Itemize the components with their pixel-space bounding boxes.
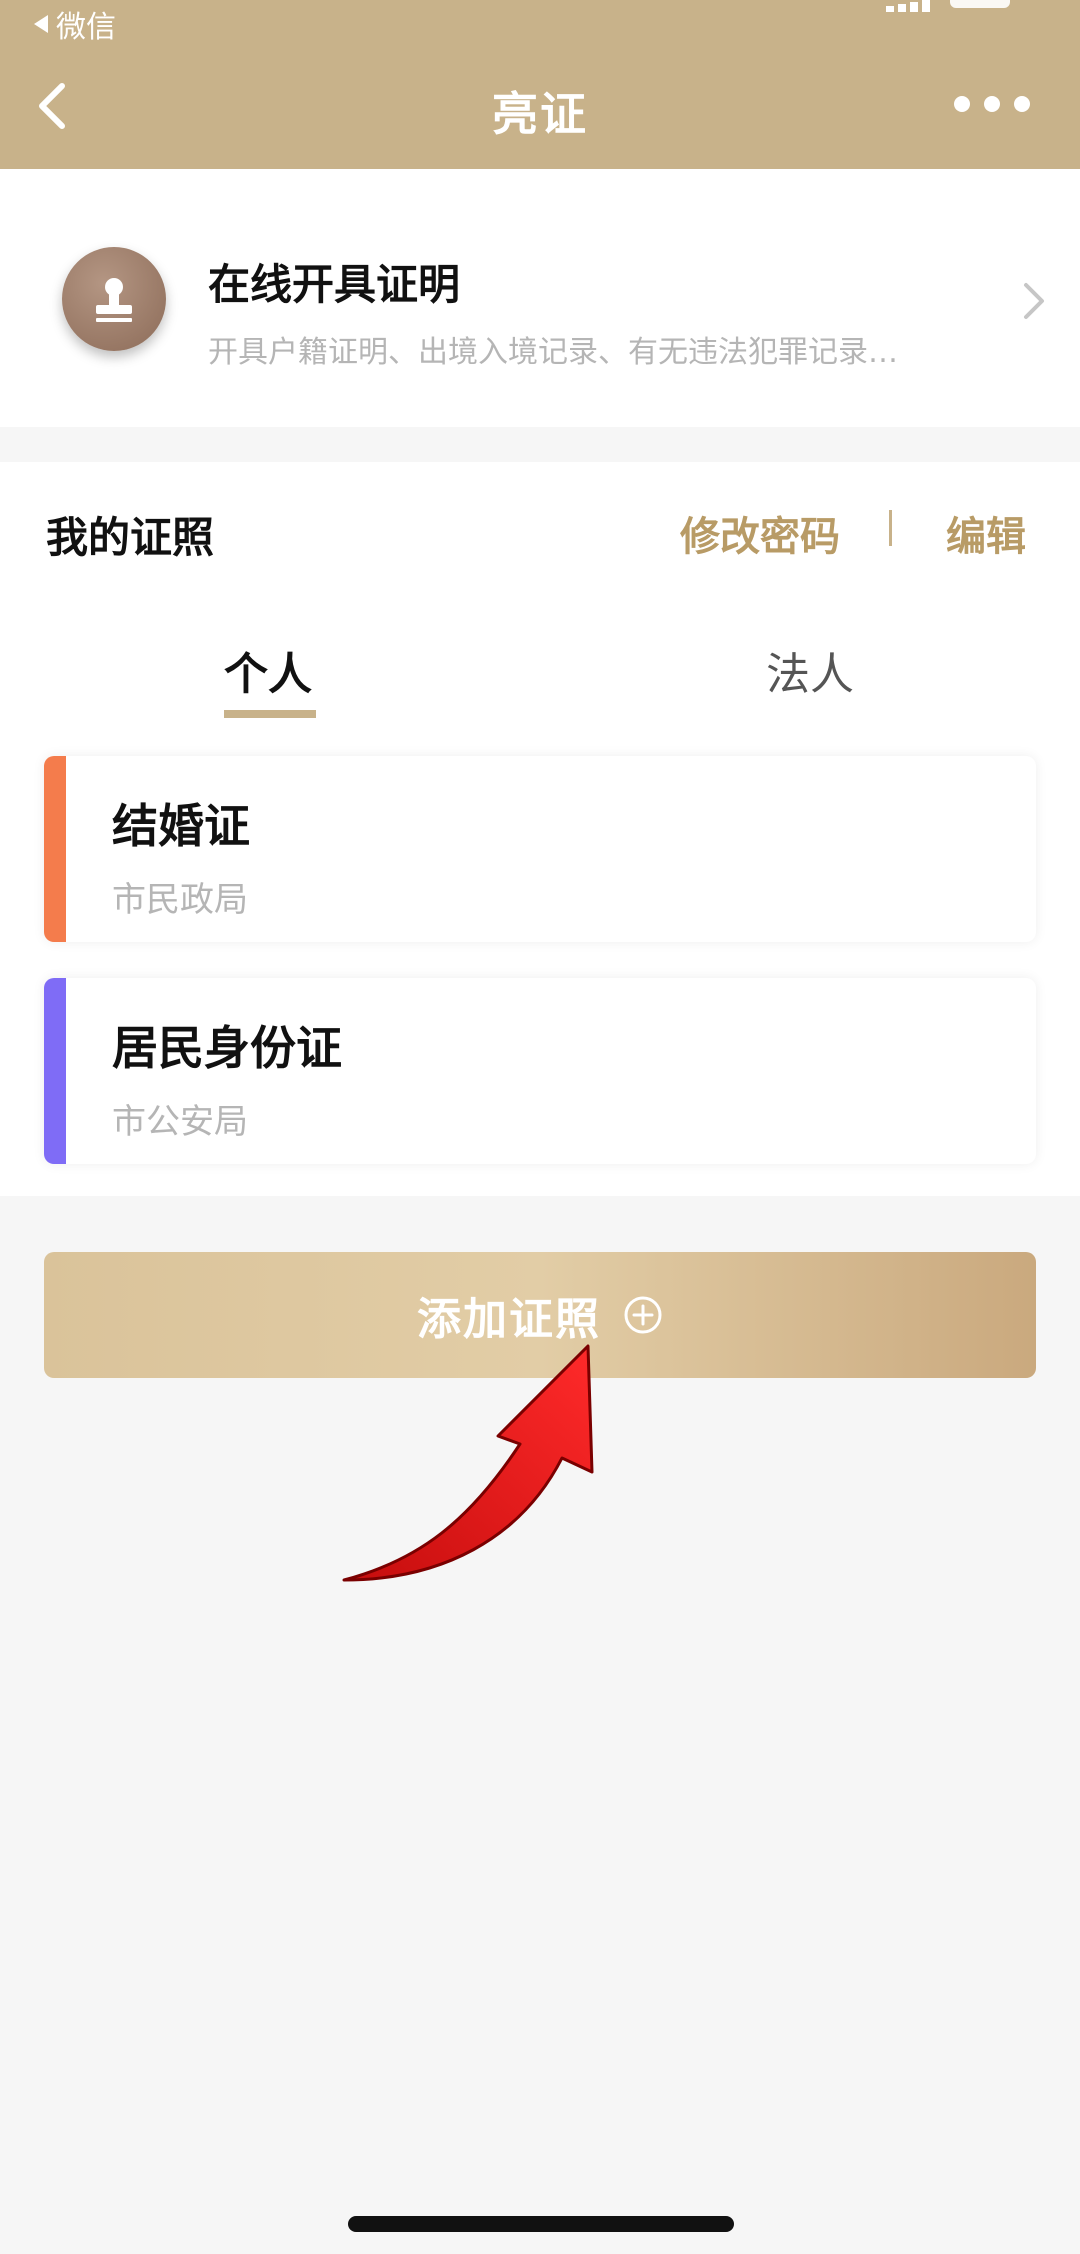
back-triangle-icon <box>34 15 48 33</box>
plus-circle-icon <box>624 1296 662 1334</box>
certificate-subtitle: 开具户籍证明、出境入境记录、有无违法犯罪记录… <box>208 335 898 370</box>
chevron-right-icon <box>1024 283 1044 319</box>
card-color-bar <box>44 756 66 942</box>
my-licenses-section: 我的证照 修改密码 编辑 个人 法人 结婚证 市民政局 居民身份证 市公安局 <box>0 462 1080 1196</box>
license-card-id[interactable]: 居民身份证 市公安局 <box>44 978 1036 1164</box>
divider <box>889 510 892 546</box>
section-title: 我的证照 <box>46 513 215 562</box>
license-issuer: 市民政局 <box>112 880 248 920</box>
license-card-marriage[interactable]: 结婚证 市民政局 <box>44 756 1036 942</box>
annotation-arrow-icon <box>342 1344 594 1582</box>
signal-icon <box>886 0 930 12</box>
stamp-icon <box>62 247 166 351</box>
page-title: 亮证 <box>492 87 588 141</box>
nav-bar: 微信 亮证 <box>0 0 1080 169</box>
status-back-to-app[interactable]: 微信 <box>34 2 116 46</box>
edit-link[interactable]: 编辑 <box>946 504 1026 562</box>
status-indicators <box>886 0 1010 12</box>
more-dots-icon[interactable] <box>954 96 1030 112</box>
license-name: 居民身份证 <box>112 1021 342 1075</box>
tab-legal-person[interactable]: 法人 <box>766 638 854 702</box>
add-license-label: 添加证照 <box>417 1294 601 1345</box>
online-certificate-row[interactable]: 在线开具证明 开具户籍证明、出境入境记录、有无违法犯罪记录… <box>0 169 1080 427</box>
license-issuer: 市公安局 <box>112 1102 248 1142</box>
license-name: 结婚证 <box>112 799 250 853</box>
change-password-link[interactable]: 修改密码 <box>680 504 840 562</box>
tab-personal[interactable]: 个人 <box>224 638 312 702</box>
active-tab-indicator <box>224 710 316 718</box>
status-back-label: 微信 <box>56 10 116 45</box>
card-color-bar <box>44 978 66 1164</box>
battery-icon <box>950 0 1010 8</box>
home-indicator <box>348 2216 734 2232</box>
certificate-title: 在线开具证明 <box>208 260 461 309</box>
